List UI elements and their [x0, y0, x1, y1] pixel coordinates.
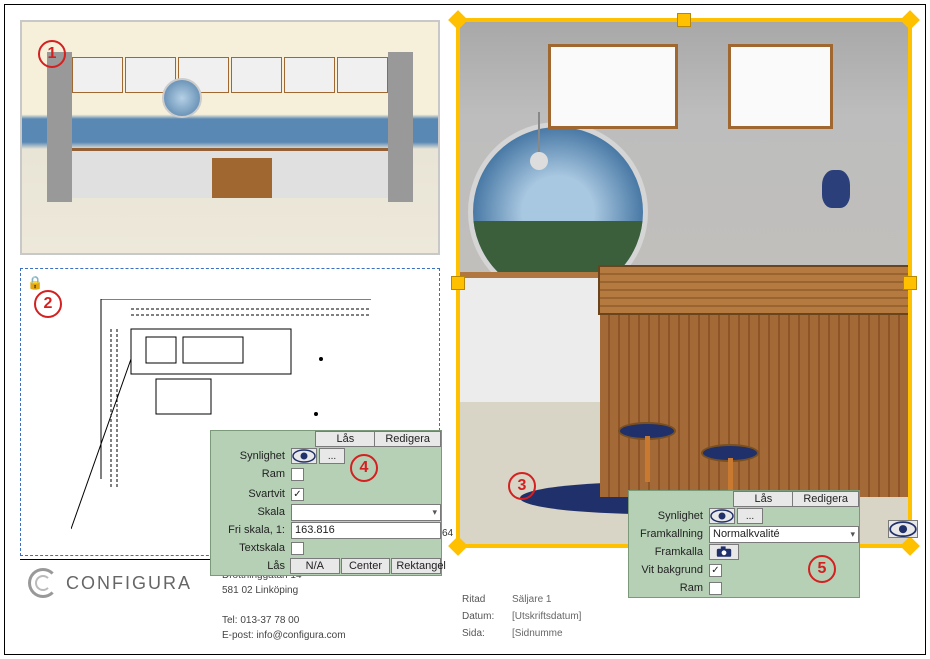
edit-button[interactable]: Redigera: [374, 431, 441, 447]
brand-name: CONFIGURA: [66, 573, 192, 594]
resize-handle-l[interactable]: [451, 276, 465, 290]
meta-value: [Utskriftsdatum]: [512, 611, 581, 622]
frame-checkbox[interactable]: [709, 582, 722, 595]
visibility-eye-button[interactable]: [291, 448, 317, 464]
frame-label: Ram: [211, 468, 291, 480]
develop-label: Framkalla: [629, 546, 709, 558]
render-image-large: [460, 22, 908, 544]
logo-mark-icon: [28, 568, 58, 598]
print-metadata: Ritad Säljare 1 Datum: [Utskriftsdatum] …: [462, 594, 662, 645]
scale-dropdown[interactable]: [291, 504, 441, 521]
lock-center-button[interactable]: Center: [341, 558, 391, 574]
meta-value: Säljare 1: [512, 594, 551, 605]
bw-label: Svartvit: [211, 488, 291, 500]
lock-label: Lås: [211, 560, 291, 572]
lock-button[interactable]: Lås: [315, 431, 375, 447]
eye-icon: [889, 521, 917, 537]
edit-button[interactable]: Redigera: [792, 491, 859, 507]
lock-rect-button[interactable]: Rektangel: [391, 558, 441, 574]
meta-label: Ritad: [462, 594, 512, 605]
stray-number: 64: [442, 528, 453, 539]
meta-label: Sida:: [462, 628, 512, 639]
meta-label: Datum:: [462, 611, 512, 622]
callout-4: 4: [350, 454, 378, 482]
textscale-checkbox[interactable]: [291, 542, 304, 555]
callout-3: 3: [508, 472, 536, 500]
visibility-toggle-floating[interactable]: [888, 520, 918, 538]
eye-icon: [292, 449, 316, 463]
bw-checkbox[interactable]: ✓: [291, 488, 304, 501]
visibility-more-button[interactable]: ...: [319, 448, 345, 464]
whitebg-checkbox[interactable]: ✓: [709, 564, 722, 577]
render-quality-label: Framkallning: [629, 528, 709, 540]
company-info: Drottninggatan 14 581 02 Linköping Tel: …: [222, 568, 346, 643]
eye-icon: [710, 509, 734, 523]
render-preview-small[interactable]: [20, 20, 440, 255]
visibility-eye-button[interactable]: [709, 508, 735, 524]
callout-5: 5: [808, 555, 836, 583]
textscale-label: Textskala: [211, 542, 291, 554]
meta-value: [Sidnumme: [512, 628, 563, 639]
email-line: E-post: info@configura.com: [222, 628, 346, 643]
resize-handle-t[interactable]: [677, 13, 691, 27]
render-image-small: [22, 22, 438, 253]
properties-panel-plan: Lås Redigera Synlighet ... Ram Svartvit …: [210, 430, 442, 576]
visibility-label: Synlighet: [211, 450, 291, 462]
lock-icon: 🔒: [27, 275, 43, 291]
tel-line: Tel: 013-37 78 00: [222, 613, 346, 628]
scale-label: Skala: [211, 506, 291, 518]
lock-button[interactable]: Lås: [733, 491, 793, 507]
freescale-label: Fri skala, 1:: [211, 524, 291, 536]
callout-1: 1: [38, 40, 66, 68]
freescale-input[interactable]: 163.816: [291, 522, 441, 539]
frame-label: Ram: [629, 582, 709, 594]
resize-handle-r[interactable]: [903, 276, 917, 290]
render-preview-large[interactable]: [460, 22, 908, 544]
visibility-more-button[interactable]: ...: [737, 508, 763, 524]
brand-logo: CONFIGURA: [28, 568, 192, 598]
frame-checkbox[interactable]: [291, 468, 304, 481]
whitebg-label: Vit bakgrund: [629, 564, 709, 576]
render-quality-dropdown[interactable]: Normalkvalité: [709, 526, 859, 543]
addr-line: 581 02 Linköping: [222, 583, 346, 598]
camera-icon: [716, 546, 732, 558]
develop-button[interactable]: [709, 544, 739, 560]
callout-2: 2: [34, 290, 62, 318]
lock-na-button[interactable]: N/A: [290, 558, 340, 574]
visibility-label: Synlighet: [629, 510, 709, 522]
